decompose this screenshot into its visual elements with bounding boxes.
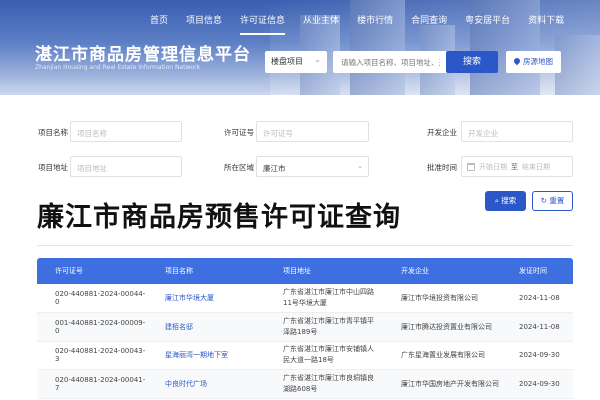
main-nav: 首页 项目信息 许可证信息 从业主体 楼市行情 合同查询 粤安居平台 资料下载 bbox=[150, 13, 582, 35]
address-label: 项目地址 bbox=[38, 163, 68, 172]
nav-item-licenses[interactable]: 许可证信息 bbox=[240, 13, 286, 35]
address-input[interactable]: 项目地址 bbox=[70, 156, 182, 177]
developer-cell: 廉江市华境投资有限公司 bbox=[383, 284, 501, 313]
reset-button[interactable]: ↻ 重置 bbox=[532, 191, 573, 211]
table-row: 020-440881-2024-00041-7 中良时代广场 广东省湛江市廉江市… bbox=[37, 369, 573, 399]
start-date-input[interactable]: 开始日期 bbox=[479, 162, 507, 172]
license-no-cell: 020-440881-2024-00044-0 bbox=[37, 284, 147, 313]
search-button[interactable]: 搜索 bbox=[446, 51, 498, 73]
table-row: 001-440881-2024-00009-0 建栢名邸 广东省湛江市廉江市青平… bbox=[37, 312, 573, 342]
column-header-project-name: 项目名称 bbox=[147, 258, 265, 284]
divider bbox=[37, 245, 573, 246]
project-name-input[interactable]: 项目名称 bbox=[70, 121, 182, 142]
address-cell: 广东省湛江市廉江市良垌镇良湖路608号 bbox=[265, 369, 383, 399]
nav-item-projects[interactable]: 项目信息 bbox=[186, 13, 222, 29]
table-row: 020-440881-2024-00044-0 廉江市华境大厦 广东省湛江市廉江… bbox=[37, 284, 573, 313]
nav-item-home[interactable]: 首页 bbox=[150, 13, 168, 29]
end-date-input[interactable]: 结束日期 bbox=[522, 162, 550, 172]
nav-item-market[interactable]: 楼市行情 bbox=[357, 13, 393, 29]
license-table: 许可证号 项目名称 项目地址 开发企业 发证时间 020-440881-2024… bbox=[37, 258, 573, 399]
nav-item-downloads[interactable]: 资料下载 bbox=[528, 13, 564, 29]
project-name-link[interactable]: 建栢名邸 bbox=[147, 312, 265, 342]
nav-item-entities[interactable]: 从业主体 bbox=[303, 13, 339, 29]
issue-date-cell: 2024-11-08 bbox=[501, 312, 573, 342]
address-cell: 广东省湛江市廉江市安铺镇人民大道一路18号 bbox=[265, 341, 383, 370]
chevron-down-icon: ⌄ bbox=[357, 162, 363, 170]
site-subtitle: Zhanjian Housing and Real Estate Informa… bbox=[35, 64, 201, 71]
table-row: 020-440881-2024-00043-3 星海丽湾一期地下室 广东省湛江市… bbox=[37, 341, 573, 370]
location-pin-icon bbox=[512, 56, 522, 66]
issue-date-cell: 2024-11-08 bbox=[501, 284, 573, 313]
column-header-address: 项目地址 bbox=[265, 258, 383, 284]
developer-input[interactable]: 开发企业 bbox=[461, 121, 573, 142]
query-button-label: 搜索 bbox=[501, 196, 517, 205]
reset-button-label: 重置 bbox=[549, 196, 565, 205]
calendar-icon bbox=[467, 162, 475, 171]
developer-label: 开发企业 bbox=[427, 128, 457, 137]
search-type-value: 楼盘项目 bbox=[271, 57, 303, 66]
issue-date-cell: 2024-09-30 bbox=[501, 341, 573, 370]
approval-time-label: 批准时间 bbox=[427, 163, 457, 172]
license-no-cell: 020-440881-2024-00041-7 bbox=[37, 369, 147, 399]
approval-date-range[interactable]: 开始日期 至 结束日期 bbox=[461, 156, 573, 177]
address-cell: 广东省湛江市廉江市中山四路11号华境大厦 bbox=[265, 284, 383, 313]
chevron-down-icon: ⌄ bbox=[314, 55, 321, 64]
column-header-license-no: 许可证号 bbox=[37, 258, 147, 284]
table-header-row: 许可证号 项目名称 项目地址 开发企业 发证时间 bbox=[37, 258, 573, 284]
license-no-input[interactable]: 许可证号 bbox=[256, 121, 369, 142]
district-label: 所在区域 bbox=[224, 163, 254, 172]
house-map-label: 房源地图 bbox=[523, 57, 553, 66]
developer-cell: 廉江市华国房地产开发有限公司 bbox=[383, 369, 501, 399]
license-no-cell: 001-440881-2024-00009-0 bbox=[37, 312, 147, 342]
nav-item-contracts[interactable]: 合同查询 bbox=[411, 13, 447, 29]
query-button[interactable]: ⌕ 搜索 bbox=[485, 191, 526, 211]
site-title: 湛江市商品房管理信息平台 bbox=[35, 45, 251, 65]
district-value: 廉江市 bbox=[263, 164, 286, 173]
search-type-select[interactable]: 楼盘项目 ⌄ bbox=[265, 51, 327, 73]
license-no-label: 许可证号 bbox=[224, 128, 254, 137]
nav-item-yueanju[interactable]: 粤安居平台 bbox=[465, 13, 510, 29]
refresh-icon: ↻ bbox=[540, 196, 547, 205]
date-separator: 至 bbox=[511, 162, 518, 171]
column-header-developer: 开发企业 bbox=[383, 258, 501, 284]
issue-date-cell: 2024-09-30 bbox=[501, 369, 573, 399]
license-no-cell: 020-440881-2024-00043-3 bbox=[37, 341, 147, 370]
developer-cell: 廉江市腾达投资置业有限公司 bbox=[383, 312, 501, 342]
building-graphic bbox=[555, 35, 600, 95]
page-title: 廉江市商品房预售许可证查询 bbox=[37, 202, 401, 233]
district-select[interactable]: 廉江市 ⌄ bbox=[256, 156, 369, 177]
project-name-link[interactable]: 廉江市华境大厦 bbox=[147, 284, 265, 313]
house-map-button[interactable]: 房源地图 bbox=[506, 51, 561, 73]
header-banner: 首页 项目信息 许可证信息 从业主体 楼市行情 合同查询 粤安居平台 资料下载 … bbox=[0, 0, 600, 95]
project-name-label: 项目名称 bbox=[38, 128, 68, 137]
column-header-issue-date: 发证时间 bbox=[501, 258, 573, 284]
search-input[interactable] bbox=[333, 51, 448, 73]
address-cell: 广东省湛江市廉江市青平镇平泽路189号 bbox=[265, 312, 383, 342]
developer-cell: 广东星海置业发展有限公司 bbox=[383, 341, 501, 370]
project-name-link[interactable]: 中良时代广场 bbox=[147, 369, 265, 399]
search-icon: ⌕ bbox=[494, 196, 499, 205]
project-name-link[interactable]: 星海丽湾一期地下室 bbox=[147, 341, 265, 370]
